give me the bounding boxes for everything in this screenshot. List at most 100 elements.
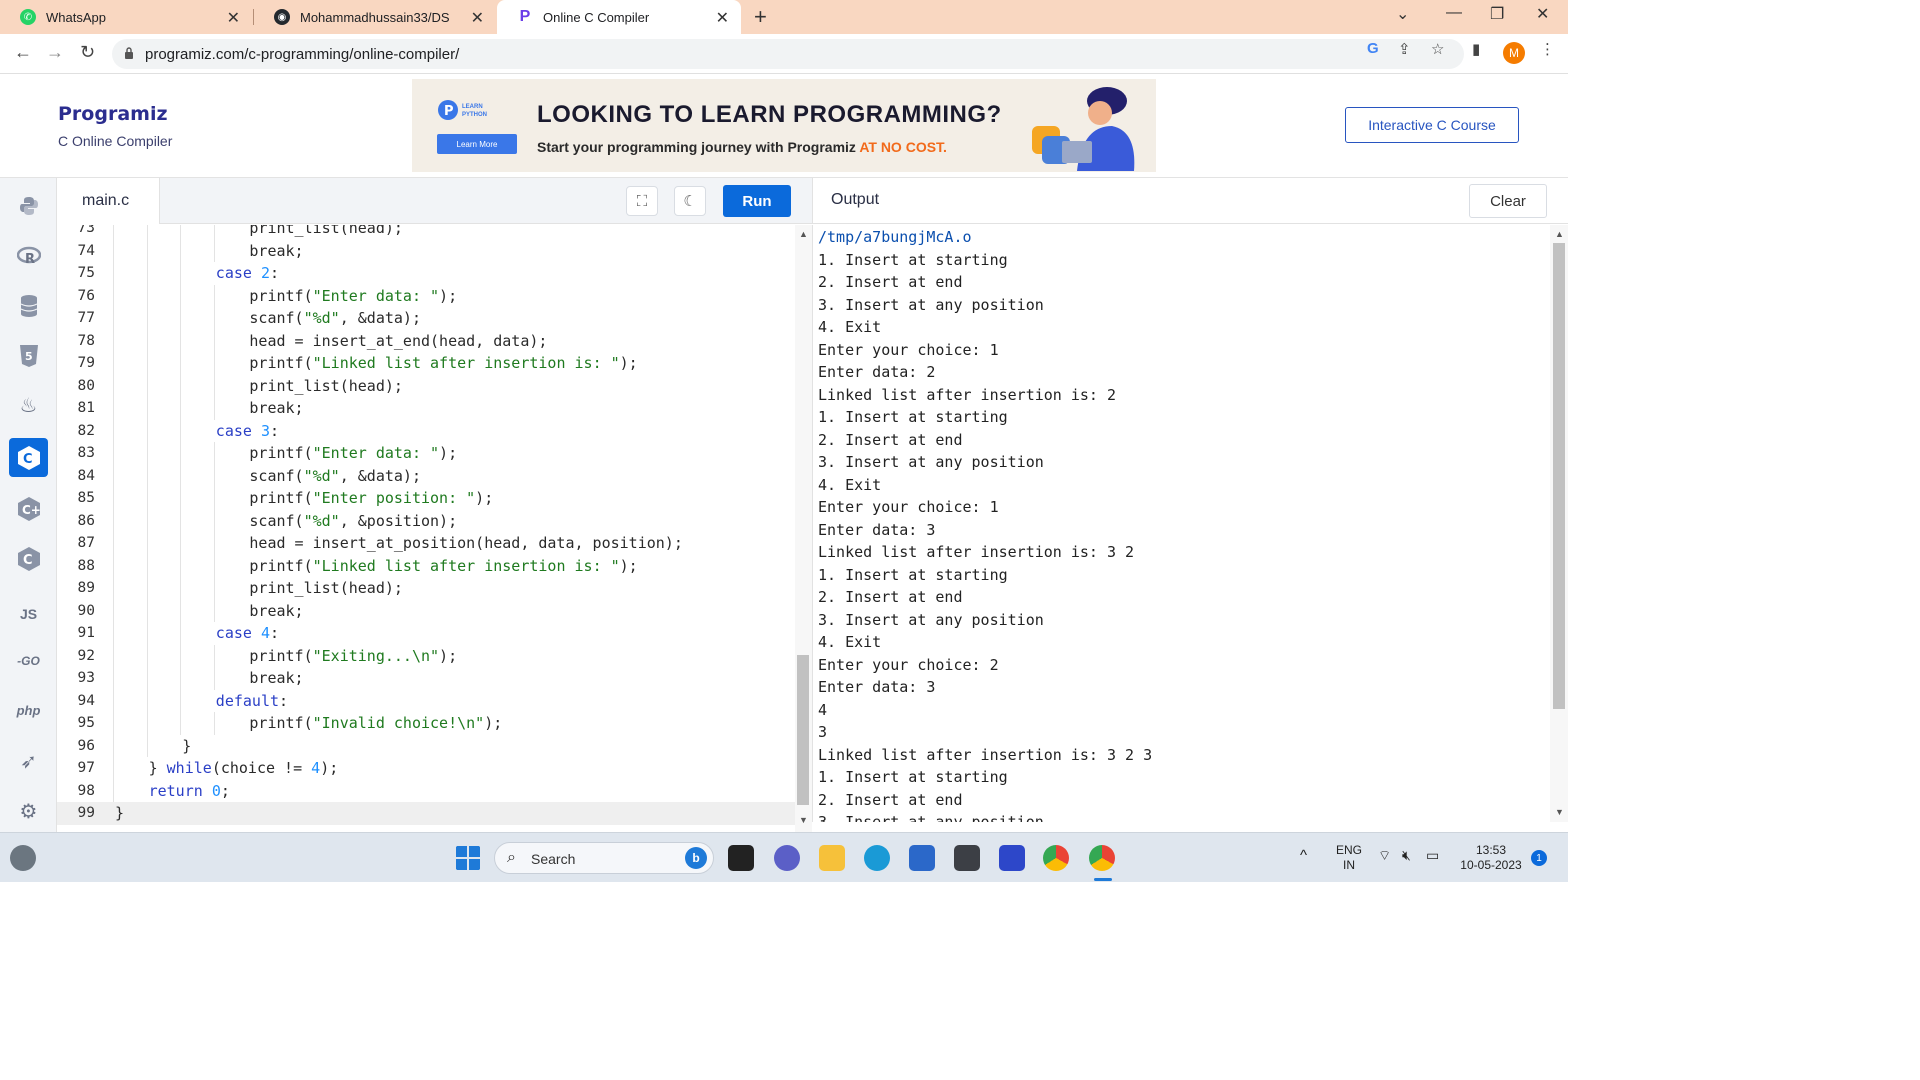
rust-icon[interactable]: ⚙	[9, 792, 48, 831]
sql-database-icon[interactable]	[9, 286, 48, 325]
side-panel-icon[interactable]: ▮	[1472, 40, 1480, 58]
code-line[interactable]: 98 return 0;	[57, 779, 795, 802]
r-language-icon[interactable]: R	[9, 236, 48, 275]
tab-online-c-compiler[interactable]: P Online C Compiler ✕	[497, 0, 741, 34]
app-cube-icon[interactable]	[954, 845, 980, 871]
clock[interactable]: 13:53 10-05-2023	[1456, 843, 1526, 873]
close-tab-icon[interactable]: ✕	[716, 8, 729, 28]
java-icon[interactable]: ♨	[9, 386, 48, 425]
close-tab-icon[interactable]: ✕	[471, 8, 484, 28]
profile-avatar[interactable]: M	[1503, 42, 1525, 64]
forward-icon[interactable]: →	[46, 42, 64, 63]
dark-mode-moon-icon[interactable]: ☾	[674, 186, 706, 216]
code-line[interactable]: 95 printf("Invalid choice!\n");	[57, 712, 795, 735]
editor-scrollbar[interactable]: ▲ ▼	[795, 225, 812, 832]
notification-badge[interactable]: 1	[1531, 850, 1547, 866]
run-button[interactable]: Run	[723, 185, 791, 217]
taskbar-search-box[interactable]: ⌕ Search b	[494, 842, 714, 874]
code-line[interactable]: 85 printf("Enter position: ");	[57, 487, 795, 510]
code-line[interactable]: 84 scanf("%d", &data);	[57, 464, 795, 487]
code-line[interactable]: 99}	[57, 802, 795, 825]
google-icon[interactable]: G	[1367, 40, 1379, 57]
scroll-down-icon[interactable]: ▼	[1555, 807, 1564, 817]
output-scrollbar[interactable]: ▲ ▼	[1550, 225, 1568, 822]
weather-widget-icon[interactable]	[10, 845, 36, 871]
tab-github[interactable]: ◉ Mohammadhussain33/DS ✕	[254, 0, 496, 34]
code-line[interactable]: 92 printf("Exiting...\n");	[57, 644, 795, 667]
file-explorer-icon[interactable]	[819, 845, 845, 871]
interactive-course-button[interactable]: Interactive C Course	[1345, 107, 1519, 143]
chrome-profile-icon[interactable]	[1089, 845, 1115, 871]
code-line[interactable]: 97} while(choice != 4);	[57, 757, 795, 780]
back-icon[interactable]: ←	[14, 42, 32, 63]
edge-browser-icon[interactable]	[864, 845, 890, 871]
code-line[interactable]: 96}	[57, 734, 795, 757]
microsoft-store-icon[interactable]	[909, 845, 935, 871]
learn-more-button[interactable]: Learn More	[437, 134, 517, 154]
clear-button[interactable]: Clear	[1469, 184, 1547, 218]
language-indicator[interactable]: ENG IN	[1334, 843, 1364, 873]
wifi-icon[interactable]: ⌔	[1378, 847, 1391, 865]
battery-icon[interactable]: ▭	[1426, 847, 1439, 864]
bing-icon[interactable]: b	[685, 847, 707, 869]
task-view-icon[interactable]	[728, 845, 754, 871]
go-icon[interactable]: -GO	[9, 641, 48, 680]
minimize-icon[interactable]: —	[1446, 4, 1462, 22]
volume-muted-icon[interactable]: 🔇︎	[1402, 847, 1411, 864]
restore-icon[interactable]: ❐	[1490, 4, 1504, 24]
chrome-icon[interactable]	[1043, 845, 1069, 871]
programiz-logo[interactable]: Programiz	[58, 103, 168, 125]
close-window-icon[interactable]: ✕	[1536, 4, 1549, 24]
windows-start-icon[interactable]	[455, 845, 481, 871]
tab-whatsapp[interactable]: ✆ WhatsApp ✕	[0, 0, 252, 34]
menu-kebab-icon[interactable]: ⋮	[1540, 40, 1555, 58]
code-line[interactable]: 77 scanf("%d", &data);	[57, 307, 795, 330]
close-tab-icon[interactable]: ✕	[227, 8, 240, 28]
code-line[interactable]: 94 default:	[57, 689, 795, 712]
editor-scroll-thumb[interactable]	[797, 655, 809, 805]
javascript-icon[interactable]: JS	[9, 594, 48, 633]
bookmark-star-icon[interactable]: ☆	[1431, 40, 1444, 58]
code-editor[interactable]: 73 print_list(head); 74 break; 75 case 2: 76 pr…	[57, 225, 795, 832]
code-line[interactable]: 90 break;	[57, 599, 795, 622]
fullscreen-icon[interactable]: ⛶	[626, 186, 658, 216]
code-line[interactable]: 87 head = insert_at_position(head, data, …	[57, 532, 795, 555]
share-icon[interactable]: ⇪	[1398, 40, 1411, 58]
scroll-down-icon[interactable]: ▼	[799, 815, 808, 825]
code-line[interactable]: 74 break;	[57, 239, 795, 262]
php-icon[interactable]: php	[9, 691, 48, 730]
ad-banner[interactable]: P LEARN PYTHON Learn More LOOKING TO LEAR…	[412, 79, 1156, 172]
code-line[interactable]: 75 case 2:	[57, 262, 795, 285]
tray-overflow-chevron-icon[interactable]: ^	[1300, 847, 1307, 864]
cpp-icon[interactable]: C+	[9, 489, 48, 528]
scroll-up-icon[interactable]: ▲	[799, 229, 808, 239]
scroll-up-icon[interactable]: ▲	[1555, 229, 1564, 239]
url-field[interactable]: programiz.com/c-programming/online-compi…	[112, 39, 1464, 69]
app-m-icon[interactable]	[999, 845, 1025, 871]
csharp-icon[interactable]: C	[9, 539, 48, 578]
reload-icon[interactable]: ↻	[80, 42, 95, 63]
code-line[interactable]: 81 break;	[57, 397, 795, 420]
output-console[interactable]: /tmp/a7bungjMcA.o 1. Insert at starting 2.…	[812, 225, 1550, 822]
code-line[interactable]: 78 head = insert_at_end(head, data);	[57, 329, 795, 352]
output-scroll-thumb[interactable]	[1553, 243, 1565, 709]
code-line[interactable]: 73 print_list(head);	[57, 225, 795, 240]
code-line[interactable]: 91 case 4:	[57, 622, 795, 645]
code-line[interactable]: 83 printf("Enter data: ");	[57, 442, 795, 465]
code-line[interactable]: 86 scanf("%d", &position);	[57, 509, 795, 532]
file-tab-main-c[interactable]: main.c	[57, 178, 160, 224]
swift-icon[interactable]: ➶	[9, 742, 48, 781]
code-line[interactable]: 88 printf("Linked list after insertion is…	[57, 554, 795, 577]
code-line[interactable]: 76 printf("Enter data: ");	[57, 284, 795, 307]
new-tab-icon[interactable]: +	[754, 4, 767, 30]
python-icon[interactable]	[9, 186, 48, 225]
code-line[interactable]: 93 break;	[57, 667, 795, 690]
code-line[interactable]: 89 print_list(head);	[57, 577, 795, 600]
teams-chat-icon[interactable]	[774, 845, 800, 871]
html5-icon[interactable]: 5	[9, 336, 48, 375]
code-line[interactable]: 82 case 3:	[57, 419, 795, 442]
code-line[interactable]: 80 print_list(head);	[57, 374, 795, 397]
c-language-icon[interactable]: C	[9, 438, 48, 477]
code-line[interactable]: 79 printf("Linked list after insertion is…	[57, 352, 795, 375]
tab-search-icon[interactable]: ⌄	[1396, 4, 1409, 24]
